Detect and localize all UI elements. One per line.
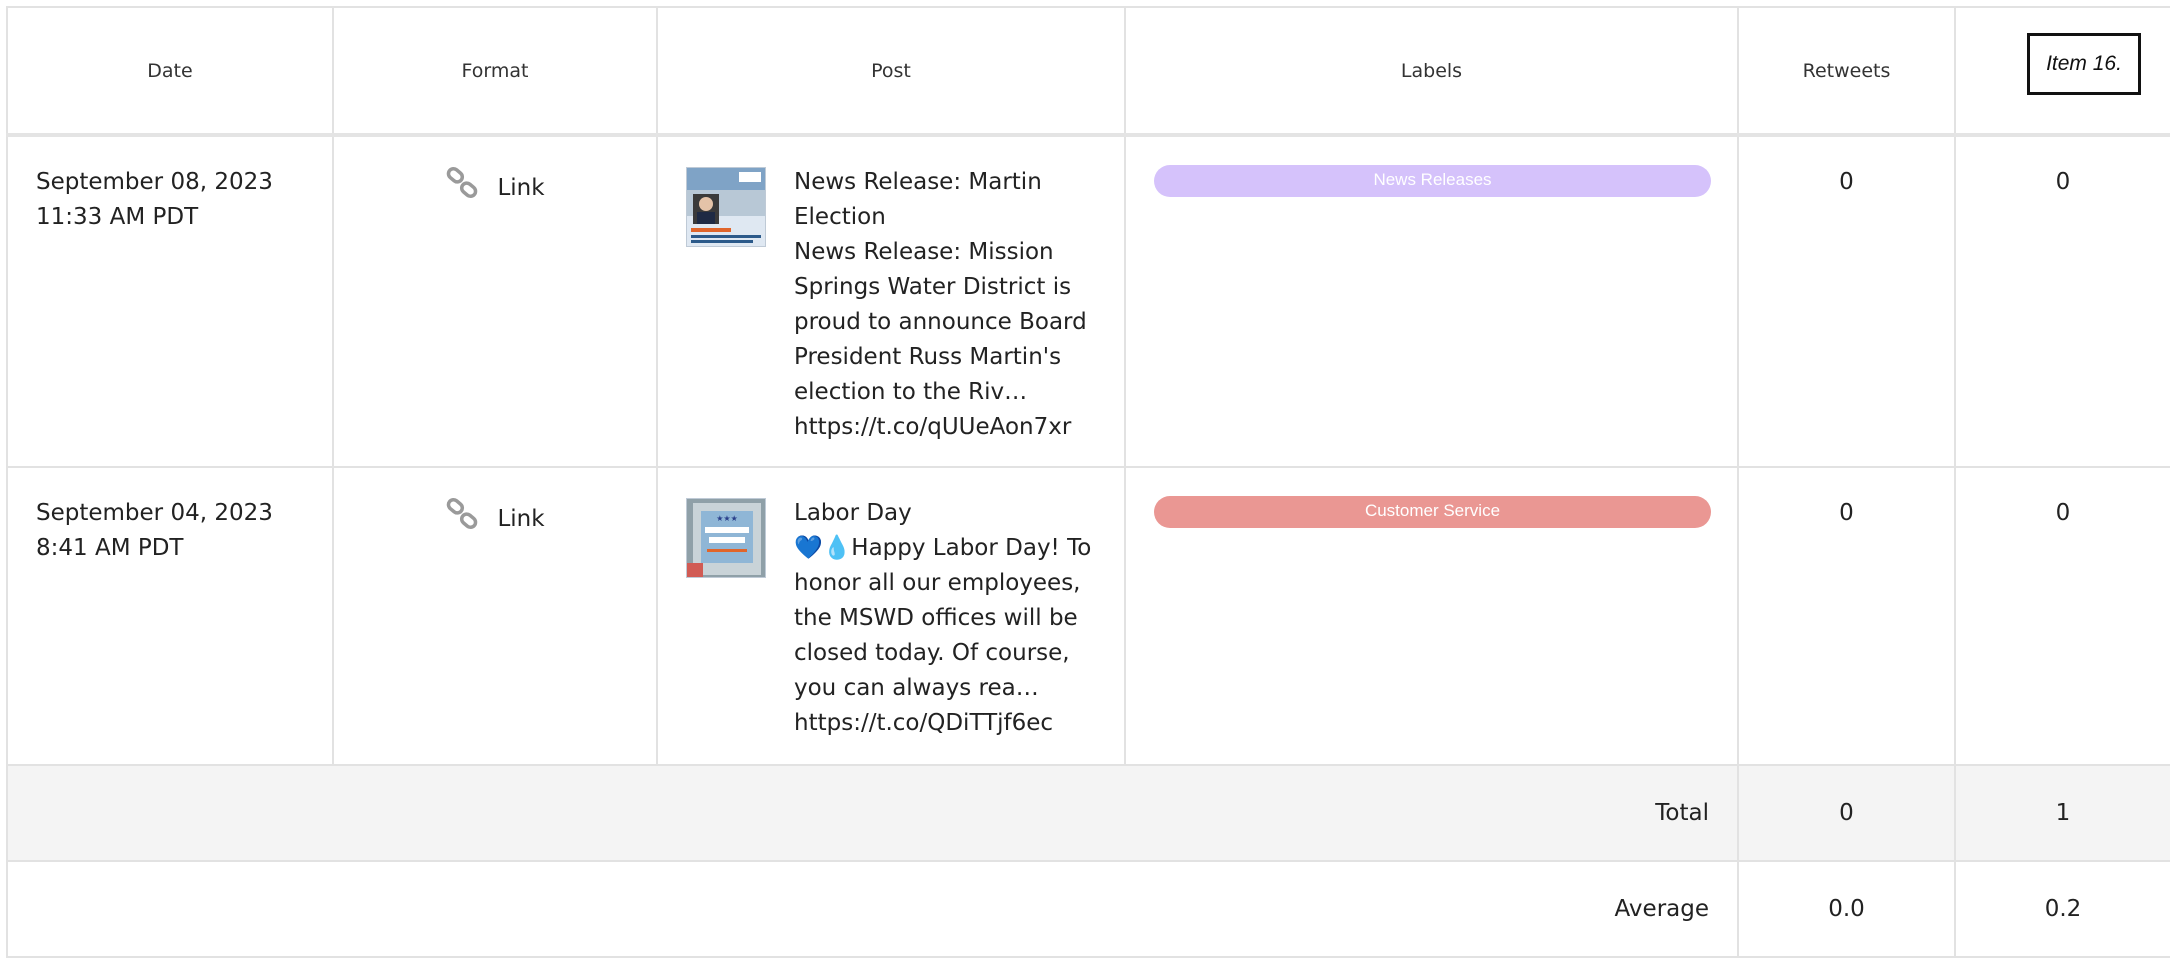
table-row: September 04, 2023 8:41 AM PDT Link ★★★ … bbox=[6, 466, 2170, 766]
header-post[interactable]: Post bbox=[656, 6, 1126, 137]
post-cell: News Release: Martin Election News Relea… bbox=[656, 134, 1126, 468]
post-date: September 04, 2023 bbox=[36, 500, 273, 526]
posts-table: Date Format Post Labels Retweets Item 16… bbox=[6, 6, 2170, 958]
format-label: Link bbox=[497, 506, 545, 532]
header-format[interactable]: Format bbox=[332, 6, 658, 137]
label-badge[interactable]: Customer Service bbox=[1154, 496, 1711, 528]
link-icon bbox=[445, 165, 481, 212]
post-date: September 08, 2023 bbox=[36, 169, 273, 195]
header-date[interactable]: Date bbox=[6, 6, 334, 137]
svg-text:★★★: ★★★ bbox=[716, 514, 738, 523]
average-col6: 0.2 bbox=[1954, 860, 2170, 958]
retweets-cell: 0 bbox=[1737, 134, 1956, 468]
total-retweets: 0 bbox=[1737, 764, 1956, 862]
post-time: 8:41 AM PDT bbox=[36, 535, 184, 561]
total-row: Total 0 1 bbox=[6, 764, 2170, 862]
header-retweets[interactable]: Retweets bbox=[1737, 6, 1956, 137]
header-row: Date Format Post Labels Retweets Item 16… bbox=[6, 6, 2170, 137]
labels-cell: News Releases bbox=[1124, 134, 1739, 468]
header-labels[interactable]: Labels bbox=[1124, 6, 1739, 137]
post-body[interactable]: 💙💧Happy Labor Day! To honor all our empl… bbox=[794, 531, 1104, 741]
header-col6[interactable]: Item 16. bbox=[1954, 6, 2170, 137]
post-title: Labor Day bbox=[794, 500, 912, 526]
post-cell: ★★★ Labor Day 💙💧Happy Labor Day! To hono… bbox=[656, 466, 1126, 766]
format-cell: Link bbox=[332, 466, 658, 766]
item-tag: Item 16. bbox=[2027, 33, 2141, 95]
labels-cell: Customer Service bbox=[1124, 466, 1739, 766]
col6-cell: 0 bbox=[1954, 134, 2170, 468]
post-title: News Release: Martin Election bbox=[794, 169, 1042, 230]
date-cell: September 08, 2023 11:33 AM PDT bbox=[6, 134, 334, 468]
format-label: Link bbox=[497, 175, 545, 201]
post-body[interactable]: News Release: Mission Springs Water Dist… bbox=[794, 235, 1104, 445]
retweets-cell: 0 bbox=[1737, 466, 1956, 766]
labor-day-thumbnail[interactable]: ★★★ bbox=[686, 498, 766, 578]
total-col6: 1 bbox=[1954, 764, 2170, 862]
average-retweets: 0.0 bbox=[1737, 860, 1956, 958]
news-release-thumbnail[interactable] bbox=[686, 167, 766, 247]
link-icon bbox=[445, 496, 481, 543]
average-label: Average bbox=[6, 860, 1739, 958]
table-row: September 08, 2023 11:33 AM PDT Link New… bbox=[6, 134, 2170, 468]
date-cell: September 04, 2023 8:41 AM PDT bbox=[6, 466, 334, 766]
col6-cell: 0 bbox=[1954, 466, 2170, 766]
average-row: Average 0.0 0.2 bbox=[6, 860, 2170, 958]
label-badge[interactable]: News Releases bbox=[1154, 165, 1711, 197]
post-time: 11:33 AM PDT bbox=[36, 204, 199, 230]
format-cell: Link bbox=[332, 134, 658, 468]
total-label: Total bbox=[6, 764, 1739, 862]
